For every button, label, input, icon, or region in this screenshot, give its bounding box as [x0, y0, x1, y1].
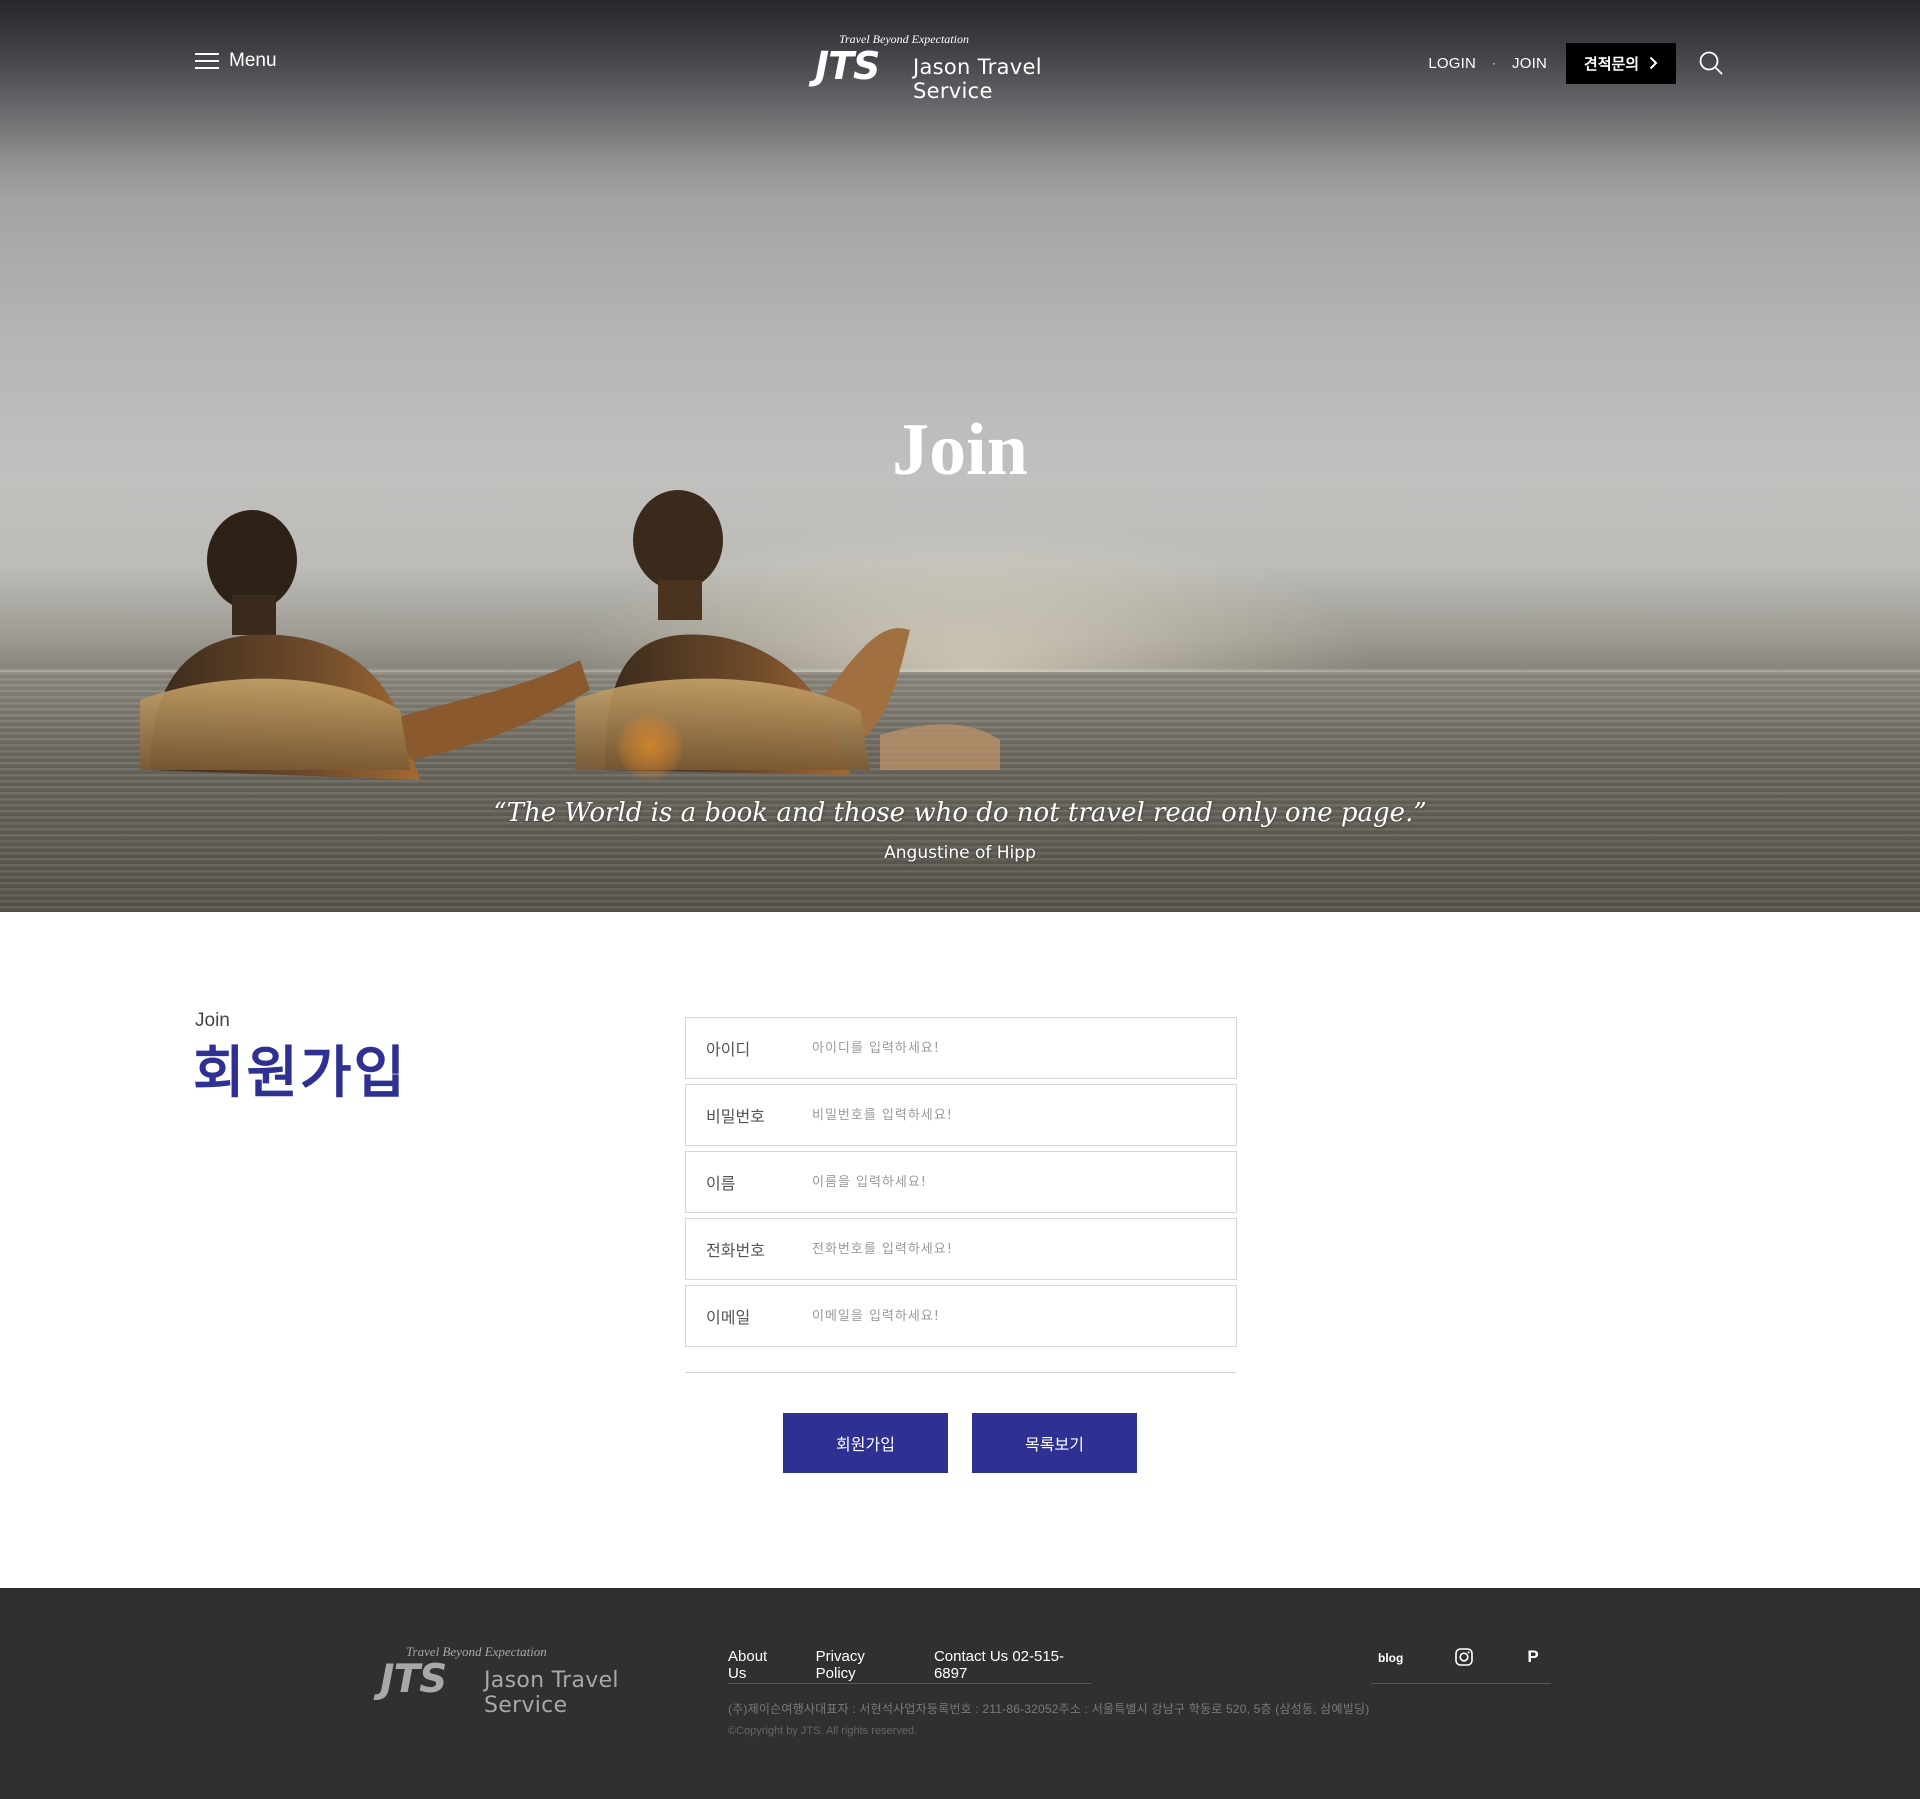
- copyright: ©Copyright by JTS. All rights reserved.: [728, 1725, 918, 1737]
- id-input[interactable]: [812, 1040, 1192, 1056]
- logo-mark: JTS: [815, 44, 880, 88]
- list-view-button[interactable]: 목록보기: [972, 1413, 1137, 1473]
- menu-button[interactable]: Menu: [195, 50, 277, 72]
- join-link[interactable]: JOIN: [1512, 55, 1547, 72]
- footer: Travel Beyond Expectation JTS Jason Trav…: [0, 1588, 1920, 1799]
- join-form: 아이디 비밀번호 이름 전화번호 이메일: [685, 1017, 1237, 1352]
- menu-label: Menu: [229, 50, 277, 71]
- site-logo[interactable]: Travel Beyond Expectation JTS Jason Trav…: [815, 32, 1115, 103]
- search-icon[interactable]: [1698, 50, 1724, 76]
- footer-social: blog P: [1371, 1647, 1551, 1684]
- footer-logo-mark: JTS: [380, 1657, 447, 1702]
- lens-flare: [615, 712, 685, 782]
- phone-input[interactable]: [812, 1241, 1192, 1257]
- field-id: 아이디: [685, 1017, 1237, 1079]
- form-divider: [685, 1372, 1236, 1373]
- hamburger-icon: [195, 53, 219, 69]
- field-email: 이메일: [685, 1285, 1237, 1347]
- contact-us-link[interactable]: Contact Us 02-515-6897: [934, 1648, 1092, 1683]
- naver-post-icon[interactable]: P: [1527, 1647, 1538, 1667]
- instagram-icon[interactable]: [1455, 1648, 1474, 1666]
- company-info: (주)제이슨여행사대표자 : 서현석사업자등록번호 : 211-86-32052…: [728, 1702, 1370, 1716]
- footer-links: About Us Privacy Policy Contact Us 02-51…: [728, 1648, 1092, 1684]
- hero-title: Join: [892, 409, 1028, 491]
- header-nav: LOGIN · JOIN 견적문의: [1428, 42, 1724, 84]
- field-label-password: 비밀번호: [706, 1109, 765, 1126]
- field-label-phone: 전화번호: [706, 1243, 765, 1260]
- name-input[interactable]: [812, 1174, 1192, 1190]
- hero-banner: Menu Travel Beyond Expectation JTS Jason…: [0, 0, 1920, 912]
- chevron-right-icon: [1649, 56, 1658, 70]
- footer-logo[interactable]: Travel Beyond Expectation JTS Jason Trav…: [380, 1644, 700, 1718]
- field-label-id: 아이디: [706, 1042, 751, 1059]
- logo-name: Jason Travel Service: [913, 55, 1042, 103]
- field-label-email: 이메일: [706, 1310, 751, 1327]
- field-name: 이름: [685, 1151, 1237, 1213]
- hero-quote: “The World is a book and those who do no…: [493, 798, 1427, 828]
- quote-button-label: 견적문의: [1583, 55, 1640, 73]
- nav-separator: ·: [1492, 56, 1497, 70]
- footer-logo-name: Jason Travel Service: [484, 1668, 619, 1718]
- hero-quote-author: Angustine of Hipp: [884, 843, 1036, 863]
- quote-request-button[interactable]: 견적문의: [1566, 42, 1676, 84]
- privacy-policy-link[interactable]: Privacy Policy: [816, 1648, 906, 1683]
- login-link[interactable]: LOGIN: [1428, 55, 1476, 72]
- blog-icon[interactable]: blog: [1378, 1651, 1403, 1665]
- field-phone: 전화번호: [685, 1218, 1237, 1280]
- field-password: 비밀번호: [685, 1084, 1237, 1146]
- about-us-link[interactable]: About Us: [728, 1648, 788, 1683]
- field-label-name: 이름: [706, 1176, 736, 1193]
- email-input[interactable]: [812, 1308, 1192, 1324]
- page-title: 회원가입: [193, 1041, 408, 1106]
- join-submit-button[interactable]: 회원가입: [783, 1413, 948, 1473]
- password-input[interactable]: [812, 1107, 1192, 1123]
